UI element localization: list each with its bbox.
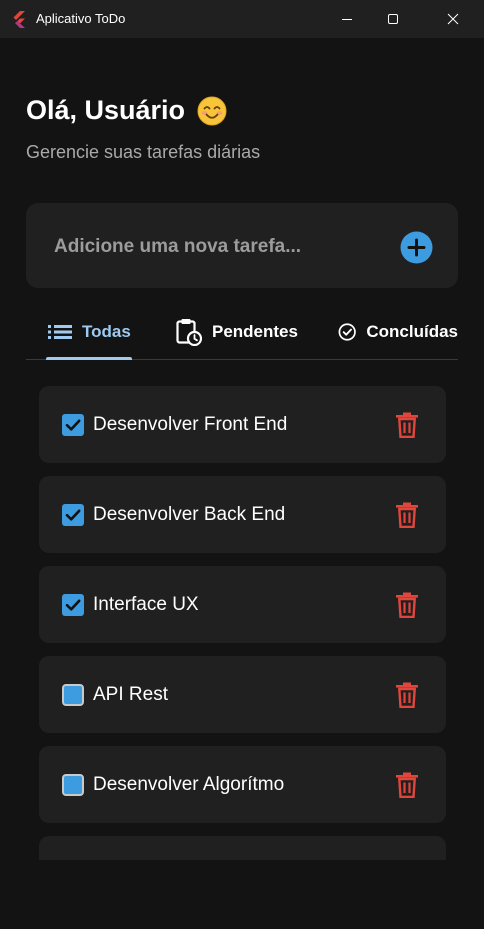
title-bar[interactable]: Aplicativo ToDo <box>0 0 484 38</box>
selected-tab-indicator <box>46 357 132 360</box>
smiling-face-icon <box>197 96 227 125</box>
task-item: Desenvolver Front End <box>39 386 446 463</box>
clipboard-clock-icon <box>176 319 202 346</box>
trash-icon[interactable] <box>395 502 419 528</box>
tab-concluidas[interactable]: Concluídas <box>338 305 458 359</box>
tab-label: Todas <box>82 322 131 341</box>
checkbox-checked-icon[interactable] <box>62 594 84 616</box>
greeting-heading: Olá, Usuário <box>26 95 227 126</box>
trash-icon[interactable] <box>395 592 419 618</box>
task-label: Desenvolver Back End <box>93 504 286 525</box>
add-task-box <box>26 203 458 288</box>
app-window: Aplicativo ToDo Olá, Usuário Gerencie su… <box>0 0 484 929</box>
checkbox-checked-icon[interactable] <box>62 504 84 526</box>
maximize-icon <box>388 14 398 24</box>
task-label: Desenvolver Front End <box>93 414 288 435</box>
plus-circle-icon[interactable] <box>400 231 433 264</box>
trash-icon[interactable] <box>395 772 419 798</box>
trash-icon[interactable] <box>395 682 419 708</box>
trash-icon[interactable] <box>395 412 419 438</box>
tab-todas[interactable]: Todas <box>48 305 131 359</box>
check-circle-icon <box>338 323 356 341</box>
task-item: Desenvolver Algorítmo <box>39 746 446 823</box>
task-label: Interface UX <box>93 594 199 615</box>
maximize-button[interactable] <box>370 0 416 38</box>
window-title: Aplicativo ToDo <box>36 11 126 26</box>
new-task-input[interactable] <box>54 234 384 260</box>
flutter-logo-icon <box>13 11 25 28</box>
task-item: Desenvolver Back End <box>39 476 446 553</box>
greeting-text: Olá, Usuário <box>26 95 186 125</box>
task-list[interactable]: Desenvolver Front End Desenvolver Back E… <box>39 386 446 860</box>
tab-label: Concluídas <box>366 322 458 341</box>
task-item-partial <box>39 836 446 860</box>
minimize-icon <box>342 19 352 20</box>
filter-tabs: Todas Pendentes Concluídas <box>26 305 458 360</box>
minimize-button[interactable] <box>324 0 370 38</box>
task-label: Desenvolver Algorítmo <box>93 774 285 795</box>
checkbox-unchecked-icon[interactable] <box>62 774 84 796</box>
task-label: API Rest <box>93 684 168 705</box>
tab-label: Pendentes <box>212 322 298 341</box>
page-subtitle: Gerencie suas tarefas diárias <box>26 142 261 162</box>
checkbox-unchecked-icon[interactable] <box>62 684 84 706</box>
checkbox-checked-icon[interactable] <box>62 414 84 436</box>
task-item: Interface UX <box>39 566 446 643</box>
task-item: API Rest <box>39 656 446 733</box>
list-icon <box>48 325 72 339</box>
tab-pendentes[interactable]: Pendentes <box>176 305 298 359</box>
close-button[interactable] <box>430 0 476 38</box>
close-icon <box>447 13 459 25</box>
